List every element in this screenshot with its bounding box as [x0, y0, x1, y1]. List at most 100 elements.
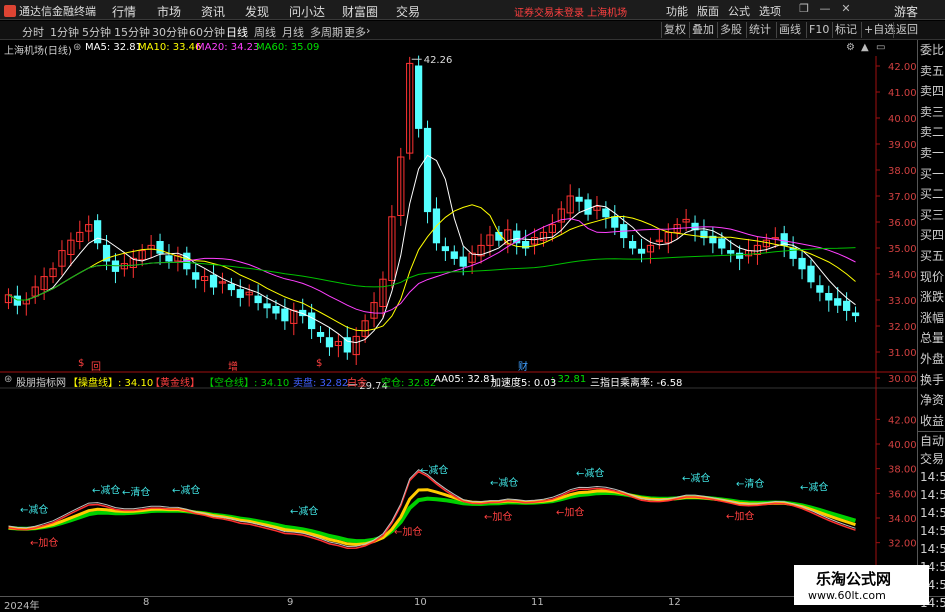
indicator-item: 【黄金线】 [150, 378, 200, 389]
trade-tick-label: 14:56 [920, 524, 945, 539]
quote-field-label: 收益 [920, 413, 945, 428]
indicator-settings-icon[interactable]: ⊛ [4, 374, 12, 385]
candle-body [441, 246, 449, 252]
price-axis-label: 42.00 [888, 62, 917, 73]
candle-body [13, 295, 21, 306]
candle-body [325, 337, 334, 348]
signal-label: ←减仓 [20, 503, 48, 516]
quote-field-label: 现价 [920, 269, 945, 284]
ma60-line [8, 247, 856, 301]
trade-tick-label: 14:56 [920, 470, 945, 485]
indicator-item: 【空仓线】: 34.10 [204, 378, 290, 389]
candle-body [192, 272, 200, 280]
watermark: 乐淘公式网 www.60lt.com [794, 565, 929, 605]
quote-field-label: 买五 [920, 248, 945, 263]
price-axis-label: 31.00 [888, 348, 917, 359]
quote-field-label: 总量 [920, 331, 945, 346]
quote-field-label: 卖一 [920, 145, 945, 160]
price-axis-label: 40.00 [888, 114, 917, 125]
quote-field-label: 买四 [920, 228, 945, 243]
event-tag-s2[interactable]: $ [316, 358, 322, 369]
signal-label: ←减仓 [172, 484, 200, 497]
candle-body [816, 285, 824, 293]
trade-tick-label: 14:56 [920, 542, 945, 557]
kline-chart[interactable]: 42.00 41.00 40.00 39.00 38.00 37.00 36.00 35.00… [0, 0, 917, 596]
candle-body [789, 247, 797, 259]
indicator-item: 卖盘: 32.82 [293, 378, 349, 389]
candle-body [263, 303, 271, 309]
trade-tick-label: 14:56 [920, 506, 945, 521]
signal-label: ←减仓 [290, 505, 318, 518]
watermark-url: www.60lt.com [808, 589, 886, 602]
signal-label: ←减仓 [420, 464, 448, 477]
indicator-axis-label: 36.00 [888, 489, 917, 500]
candle-body [843, 300, 851, 311]
price-axis-label: 36.00 [888, 218, 917, 229]
signal-label: ←减仓 [92, 483, 120, 496]
signal-label: ←加仓 [484, 510, 512, 523]
candle-body [450, 251, 458, 259]
candle-body [584, 199, 592, 215]
quote-field-label: 卖三 [920, 104, 945, 119]
signal-label: ←加仓 [556, 506, 584, 519]
event-tag-hui[interactable]: 回 [91, 358, 101, 373]
event-tag-cai[interactable]: 财 [518, 358, 528, 373]
watermark-title: 乐淘公式网 [816, 570, 892, 588]
trade-tick-label: 自动 [920, 434, 945, 449]
date-label: 10 [414, 597, 427, 608]
candle-body [798, 257, 806, 270]
date-label: 12 [668, 597, 681, 608]
price-axis-label: 38.00 [888, 166, 917, 177]
signal-label: ←加仓 [394, 525, 422, 538]
candle-body [575, 196, 583, 202]
quote-field-label: 外盘 [920, 351, 945, 366]
indicator-item: 空仓: 32.82 [381, 378, 437, 389]
quote-field-label: 买一 [920, 166, 945, 181]
indicator-axis-label: 42.00 [888, 415, 917, 426]
event-tag-zeng[interactable]: 增 [228, 358, 238, 373]
quote-field-label: 委比 [920, 43, 945, 57]
candle-body [718, 238, 726, 249]
signal-label: ←加仓 [726, 510, 754, 523]
candle-body [316, 332, 325, 337]
candle-body [254, 295, 262, 304]
indicator-axis-label: 38.00 [888, 465, 917, 476]
quote-field-label: 买三 [920, 207, 945, 222]
price-axis-label: 33.00 [888, 296, 917, 307]
indicator-name[interactable]: 股朋指标网 [16, 374, 66, 389]
aa05-line [8, 469, 856, 548]
candle-body [736, 252, 744, 259]
indicator-item: 三指日乘离率: -6.58 [590, 378, 683, 389]
indicator-axis-label: 40.00 [888, 440, 917, 451]
indicator-item: 白金 [347, 378, 367, 389]
candle-body [851, 312, 860, 317]
candle-body [459, 256, 467, 267]
quote-field-label: 卖二 [920, 125, 945, 140]
candle-body [415, 65, 423, 129]
price-axis-label: 34.00 [888, 270, 917, 281]
indicator-item: AA05: 32.81 [434, 374, 496, 385]
signal-label: ←加仓 [30, 536, 58, 549]
candle-body [834, 298, 842, 306]
quote-field-label: 换手 [920, 372, 945, 387]
indicator-axis-label: 32.00 [888, 539, 917, 550]
indicator-item: : 32.81 [551, 374, 587, 385]
signal-label: ←减仓 [682, 471, 710, 484]
candle-body [227, 283, 235, 291]
event-tag-s[interactable]: $ [78, 358, 84, 369]
candle-body [209, 274, 218, 288]
signal-label: ←清仓 [736, 477, 764, 490]
candle-body [272, 306, 280, 314]
candle-body [637, 248, 646, 254]
signal-label: ←清仓 [122, 485, 150, 498]
high-price-label: 42.26 [424, 55, 453, 66]
price-axis-label: 39.00 [888, 140, 917, 151]
candle-body [308, 312, 316, 330]
signal-label: ←减仓 [800, 481, 828, 494]
quote-field-label: 涨跌 [920, 290, 945, 305]
ma20-line [8, 218, 856, 314]
quote-field-label: 涨幅 [920, 310, 945, 325]
candle-body [825, 293, 833, 301]
candle-body [602, 208, 610, 218]
candle-body [611, 216, 619, 228]
